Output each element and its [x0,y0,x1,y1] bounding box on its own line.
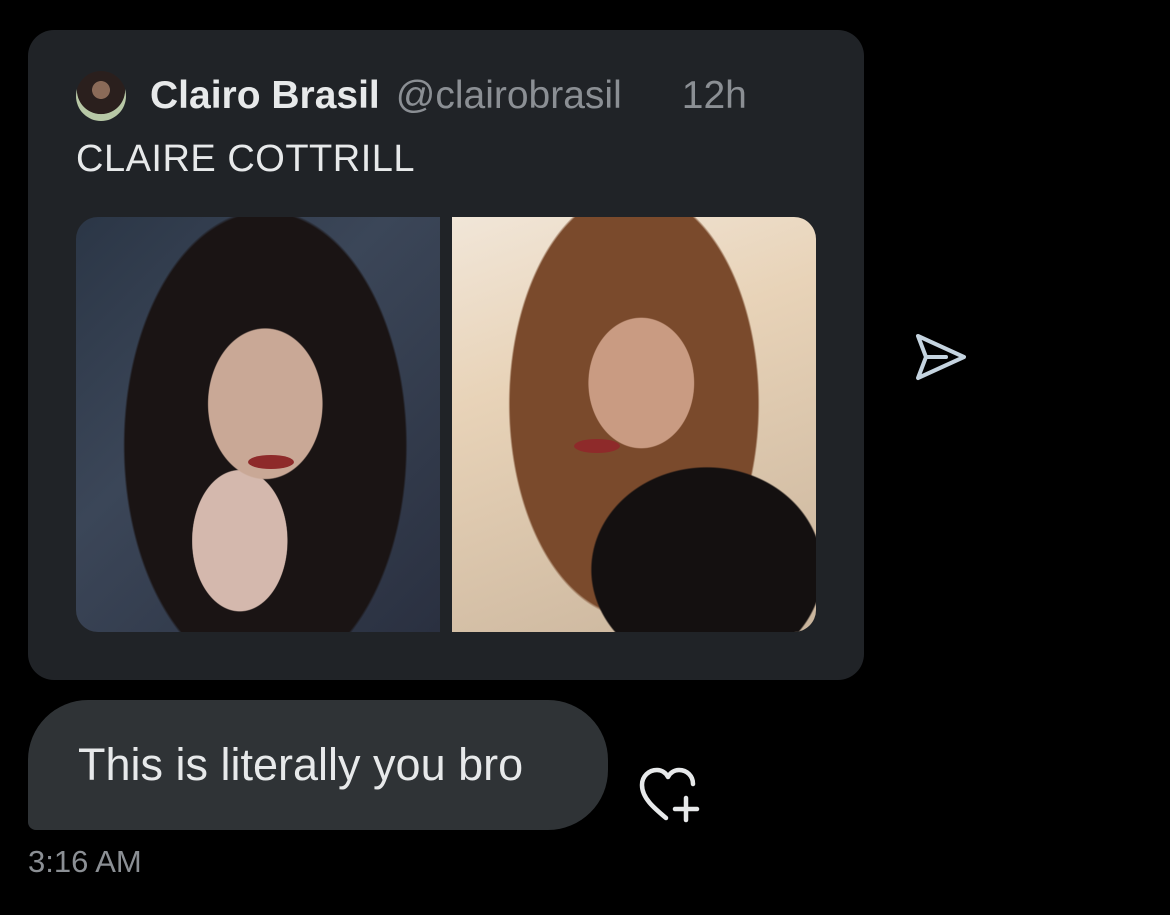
photo-detail [574,439,620,453]
avatar[interactable] [76,71,126,121]
message-text: This is literally you bro [78,739,524,790]
tweet-text: CLAIRE COTTRILL [76,138,416,180]
dm-conversation: Clairo Brasil @clairobrasil 12h CLAIRE C… [0,0,1170,915]
heart-plus-icon[interactable] [636,764,704,824]
author-name[interactable]: Clairo Brasil [150,74,380,118]
message-timestamp: 3:16 AM [28,844,142,879]
tweet-media-grid [76,217,816,632]
tweet-photo-2[interactable] [452,217,816,632]
photo-detail [248,455,294,469]
tweet-header: Clairo Brasil @clairobrasil 12h [76,70,747,122]
tweet-photo-1[interactable] [76,217,440,632]
quoted-tweet-card[interactable]: Clairo Brasil @clairobrasil 12h CLAIRE C… [28,30,864,680]
send-arrow-icon[interactable] [912,332,968,382]
author-handle: @clairobrasil [395,74,622,117]
tweet-timestamp: 12h [681,74,747,117]
message-bubble[interactable]: This is literally you bro [28,700,608,830]
